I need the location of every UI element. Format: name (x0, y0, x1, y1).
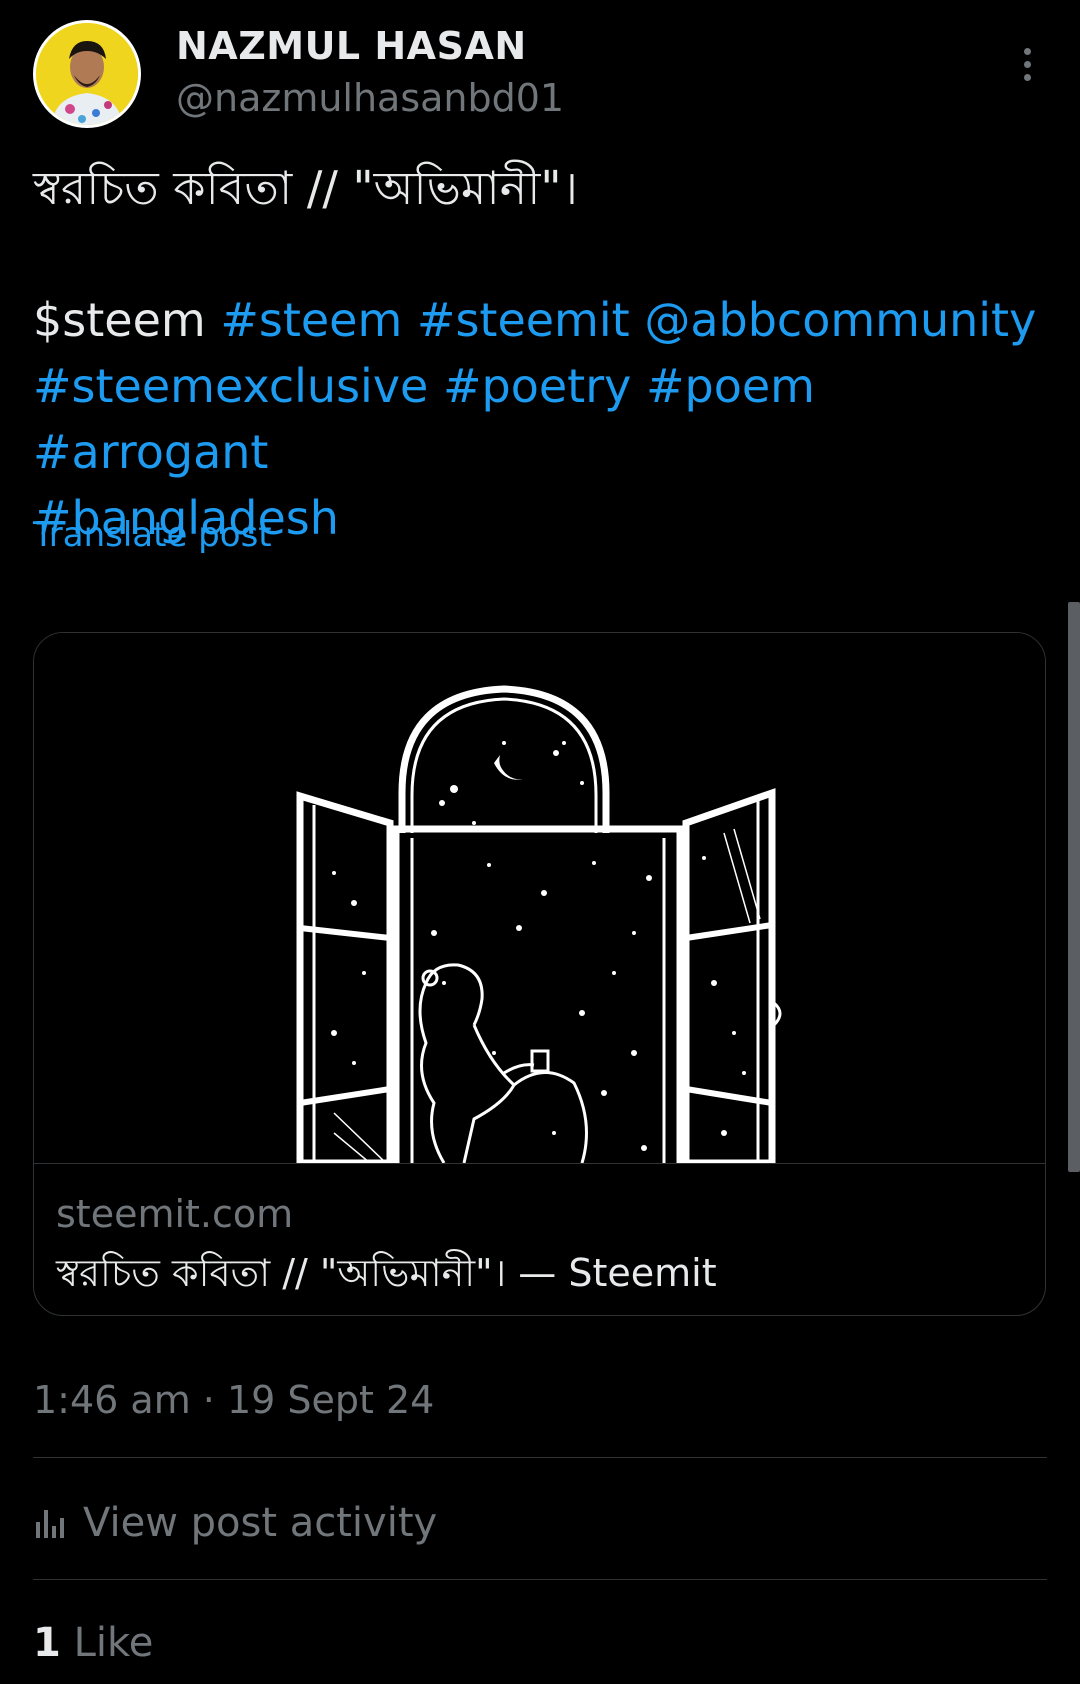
hashtag-link[interactable]: #steem (220, 293, 402, 347)
more-vertical-icon[interactable] (1007, 44, 1047, 84)
hashtag-link[interactable]: #steemexclusive (33, 359, 428, 413)
hashtag-link[interactable]: #poem (646, 359, 815, 413)
scrollbar-thumb[interactable] (1068, 602, 1080, 1172)
card-title: স্বরচিত কবিতা // "অভিমানী"। — Steemit (56, 1251, 717, 1295)
analytics-bars-icon (36, 1510, 64, 1538)
card-meta: steemit.com স্বরচিত কবিতা // "অভিমানী"। … (34, 1163, 1045, 1315)
author-handle[interactable]: @nazmulhasanbd01 (176, 76, 564, 120)
hashtag-link[interactable]: #poetry (443, 359, 631, 413)
tags-line-1: $steem #steem #steemit @abbcommunity (33, 287, 1053, 353)
avatar[interactable] (33, 20, 141, 128)
view-post-activity-button[interactable]: View post activity (33, 1498, 437, 1548)
divider (33, 1457, 1047, 1458)
hashtag-link[interactable]: #steemit (417, 293, 630, 347)
post-title-line: স্বরচিত কবিতা // "অভিমানী"। (33, 161, 578, 215)
card-image[interactable] (34, 633, 1045, 1163)
mention-link[interactable]: @abbcommunity (644, 293, 1036, 347)
tags-line-2: #steemexclusive #poetry #poem #arrogant (33, 353, 1053, 485)
translate-post-link[interactable]: Translate post (33, 515, 272, 555)
like-count-label: Like (73, 1620, 154, 1666)
author-display-name[interactable]: NAZMUL HASAN (176, 24, 527, 68)
cashtag[interactable]: $steem (33, 293, 206, 347)
like-count-number: 1 (33, 1620, 61, 1666)
post-text: স্বরচিত কবিতা // "অভিমানী"। $steem #stee… (33, 155, 1053, 551)
post-header: NAZMUL HASAN @nazmulhasanbd01 (33, 20, 1047, 130)
card-domain: steemit.com (56, 1192, 294, 1236)
link-preview-card[interactable]: steemit.com স্বরচিত কবিতা // "অভিমানী"। … (33, 632, 1046, 1316)
hashtag-link[interactable]: #arrogant (33, 425, 268, 479)
window-night-illustration (34, 633, 1045, 1163)
divider (33, 1579, 1047, 1580)
view-post-activity-label: View post activity (83, 1500, 438, 1546)
avatar-portrait-icon (36, 23, 138, 125)
post-timestamp[interactable]: 1:46 am · 19 Sept 24 (33, 1378, 434, 1422)
likes-count[interactable]: 1 Like (33, 1620, 153, 1666)
